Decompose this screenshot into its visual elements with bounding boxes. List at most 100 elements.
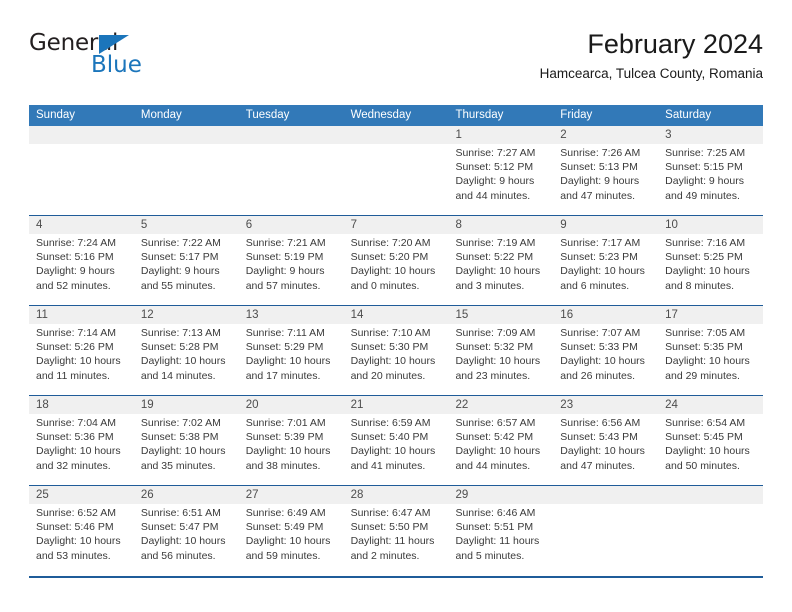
day-cell-13[interactable]: Sunrise: 7:11 AM Sunset: 5:29 PM Daylight:… <box>239 324 344 395</box>
day-number-18[interactable]: 18 <box>29 396 134 414</box>
day-cell-18[interactable]: Sunrise: 7:04 AM Sunset: 5:36 PM Daylight:… <box>29 414 134 485</box>
day-cell-24[interactable]: Sunrise: 6:54 AM Sunset: 5:45 PM Daylight:… <box>658 414 763 485</box>
weekday-header-row: Sunday Monday Tuesday Wednesday Thursday Frid… <box>29 105 763 126</box>
day-number-17[interactable]: 17 <box>658 306 763 324</box>
sunrise-text: Sunrise: 7:04 AM <box>36 417 116 429</box>
daylight-text-1: Daylight: 10 hours <box>350 355 436 368</box>
daylight-text-2: and 0 minutes. <box>350 279 420 292</box>
day-number-10[interactable]: 10 <box>658 216 763 234</box>
day-cell-22[interactable]: Sunrise: 6:57 AM Sunset: 5:42 PM Daylight:… <box>448 414 553 485</box>
day-number-13[interactable]: 13 <box>239 306 344 324</box>
day-cell-26[interactable]: Sunrise: 6:51 AM Sunset: 5:47 PM Daylight:… <box>134 504 239 576</box>
day-number-11[interactable]: 11 <box>29 306 134 324</box>
day-cell-4[interactable]: Sunrise: 7:24 AM Sunset: 5:16 PM Daylight:… <box>29 234 134 305</box>
day-number-28[interactable]: 28 <box>344 486 449 504</box>
calendar-grid: Sunday Monday Tuesday Wednesday Thursday Frid… <box>29 105 763 578</box>
day-number-25[interactable]: 25 <box>29 486 134 504</box>
calendar-week-row: 11 12 13 14 15 16 17 Sunrise: 7:14 AM Sunset: 5:… <box>29 305 763 395</box>
sunrise-text: Sunrise: 6:51 AM <box>140 507 221 519</box>
day-cell-20[interactable]: Sunrise: 7:01 AM Sunset: 5:39 PM Daylight:… <box>239 414 344 485</box>
day-cell-9[interactable]: Sunrise: 7:17 AM Sunset: 5:23 PM Daylight:… <box>553 234 658 305</box>
day-cell-11[interactable]: Sunrise: 7:14 AM Sunset: 5:26 PM Daylight:… <box>29 324 134 395</box>
logo-text-blue: Blue <box>91 52 142 78</box>
daylight-text-2: and 56 minutes. <box>140 549 216 562</box>
sunset-text: Sunset: 5:51 PM <box>455 521 534 534</box>
day-number-band: 11 12 13 14 15 16 17 <box>29 305 763 324</box>
sunset-text: Sunset: 5:42 PM <box>455 431 534 444</box>
day-number-21[interactable]: 21 <box>344 396 449 414</box>
day-cell-14[interactable]: Sunrise: 7:10 AM Sunset: 5:30 PM Daylight:… <box>344 324 449 395</box>
calendar-week-row: 1 2 3 Sunrise: 7:27 AM Sunset: 5:12 PM Daylig… <box>29 126 763 215</box>
day-number-26[interactable]: 26 <box>134 486 239 504</box>
day-cell-7[interactable]: Sunrise: 7:20 AM Sunset: 5:20 PM Daylight:… <box>344 234 449 305</box>
daylight-text-1: Daylight: 9 hours <box>36 265 115 278</box>
daylight-text-1: Daylight: 10 hours <box>140 355 226 368</box>
day-number-1[interactable]: 1 <box>448 126 553 144</box>
day-number-15[interactable]: 15 <box>448 306 553 324</box>
day-number-band: 123 <box>29 126 763 144</box>
daylight-text-1: Daylight: 11 hours <box>455 535 540 548</box>
sunrise-text: Sunrise: 6:54 AM <box>665 417 746 429</box>
daylight-text-2: and 26 minutes. <box>560 369 636 382</box>
day-cell-8[interactable]: Sunrise: 7:19 AM Sunset: 5:22 PM Daylight:… <box>448 234 553 305</box>
calendar-weeks: 1 2 3 Sunrise: 7:27 AM Sunset: 5:12 PM Daylig… <box>29 126 763 576</box>
day-number-6[interactable]: 6 <box>239 216 344 234</box>
day-cell-27[interactable]: Sunrise: 6:49 AM Sunset: 5:49 PM Daylight:… <box>239 504 344 576</box>
day-number-4[interactable]: 4 <box>29 216 134 234</box>
day-number-8[interactable]: 8 <box>448 216 553 234</box>
day-cell-10[interactable]: Sunrise: 7:16 AM Sunset: 5:25 PM Daylight:… <box>658 234 763 305</box>
page-subtitle: Hamcearca, Tulcea County, Romania <box>539 66 763 81</box>
day-number-24[interactable]: 24 <box>658 396 763 414</box>
day-cell-2[interactable]: Sunrise: 7:26 AM Sunset: 5:13 PM Daylight:… <box>553 144 658 215</box>
daylight-text-1: Daylight: 10 hours <box>245 535 331 548</box>
day-cell-16[interactable]: Sunrise: 7:07 AM Sunset: 5:33 PM Daylight:… <box>553 324 658 395</box>
sunset-text: Sunset: 5:25 PM <box>665 251 743 264</box>
day-content-band: Sunrise: 7:14 AM Sunset: 5:26 PM Daylight:… <box>29 324 763 395</box>
day-cell-6[interactable]: Sunrise: 7:21 AM Sunset: 5:19 PM Daylight:… <box>239 234 344 305</box>
day-cell-25[interactable]: Sunrise: 6:52 AM Sunset: 5:46 PM Daylight:… <box>29 504 134 576</box>
day-cell-12[interactable]: Sunrise: 7:13 AM Sunset: 5:28 PM Daylight:… <box>134 324 239 395</box>
day-number-23[interactable]: 23 <box>553 396 658 414</box>
day-number-27[interactable]: 27 <box>239 486 344 504</box>
daylight-text-1: Daylight: 10 hours <box>350 265 436 278</box>
day-number-16[interactable]: 16 <box>553 306 658 324</box>
day-number-2[interactable]: 2 <box>553 126 658 144</box>
day-number-3[interactable]: 3 <box>658 126 763 144</box>
day-number-5[interactable]: 5 <box>134 216 239 234</box>
day-cell-15[interactable]: Sunrise: 7:09 AM Sunset: 5:32 PM Daylight:… <box>448 324 553 395</box>
daylight-text-2: and 20 minutes. <box>350 369 426 382</box>
day-cell-21[interactable]: Sunrise: 6:59 AM Sunset: 5:40 PM Daylight:… <box>344 414 449 485</box>
daylight-text-2: and 17 minutes. <box>245 369 321 382</box>
day-cell-23[interactable]: Sunrise: 6:56 AM Sunset: 5:43 PM Daylight:… <box>553 414 658 485</box>
sunrise-text: Sunrise: 7:22 AM <box>140 237 221 249</box>
day-number-22[interactable]: 22 <box>448 396 553 414</box>
day-content-band: Sunrise: 7:27 AM Sunset: 5:12 PM Daylight:… <box>29 144 763 215</box>
day-number-7[interactable]: 7 <box>344 216 449 234</box>
day-cell-5[interactable]: Sunrise: 7:22 AM Sunset: 5:17 PM Daylight:… <box>134 234 239 305</box>
day-cell-19[interactable]: Sunrise: 7:02 AM Sunset: 5:38 PM Daylight:… <box>134 414 239 485</box>
day-number-20[interactable]: 20 <box>239 396 344 414</box>
day-number-12[interactable]: 12 <box>134 306 239 324</box>
day-cell-empty <box>658 504 763 576</box>
day-cell-1[interactable]: Sunrise: 7:27 AM Sunset: 5:12 PM Daylight:… <box>448 144 553 215</box>
sunset-text: Sunset: 5:47 PM <box>140 521 219 534</box>
sunset-text: Sunset: 5:33 PM <box>560 341 638 354</box>
daylight-text-1: Daylight: 10 hours <box>140 535 226 548</box>
day-cell-3[interactable]: Sunrise: 7:25 AM Sunset: 5:15 PM Daylight:… <box>658 144 763 215</box>
day-number-19[interactable]: 19 <box>134 396 239 414</box>
day-cell-empty <box>29 144 134 215</box>
sunrise-text: Sunrise: 7:01 AM <box>245 417 326 429</box>
day-number-14[interactable]: 14 <box>344 306 449 324</box>
sunset-text: Sunset: 5:15 PM <box>665 161 743 174</box>
day-cell-28[interactable]: Sunrise: 6:47 AM Sunset: 5:50 PM Daylight:… <box>344 504 449 576</box>
daylight-text-1: Daylight: 10 hours <box>665 445 750 458</box>
day-cell-29[interactable]: Sunrise: 6:46 AM Sunset: 5:51 PM Daylight:… <box>448 504 553 576</box>
day-number-29[interactable]: 29 <box>448 486 553 504</box>
page-header: General Blue February 2024 Hamcearca, Tu… <box>29 28 763 98</box>
daylight-text-2: and 23 minutes. <box>455 369 531 382</box>
daylight-text-2: and 47 minutes. <box>560 189 636 202</box>
weekday-header-saturday: Saturday <box>665 109 712 121</box>
daylight-text-2: and 6 minutes. <box>560 279 630 292</box>
day-cell-17[interactable]: Sunrise: 7:05 AM Sunset: 5:35 PM Daylight:… <box>658 324 763 395</box>
day-number-9[interactable]: 9 <box>553 216 658 234</box>
